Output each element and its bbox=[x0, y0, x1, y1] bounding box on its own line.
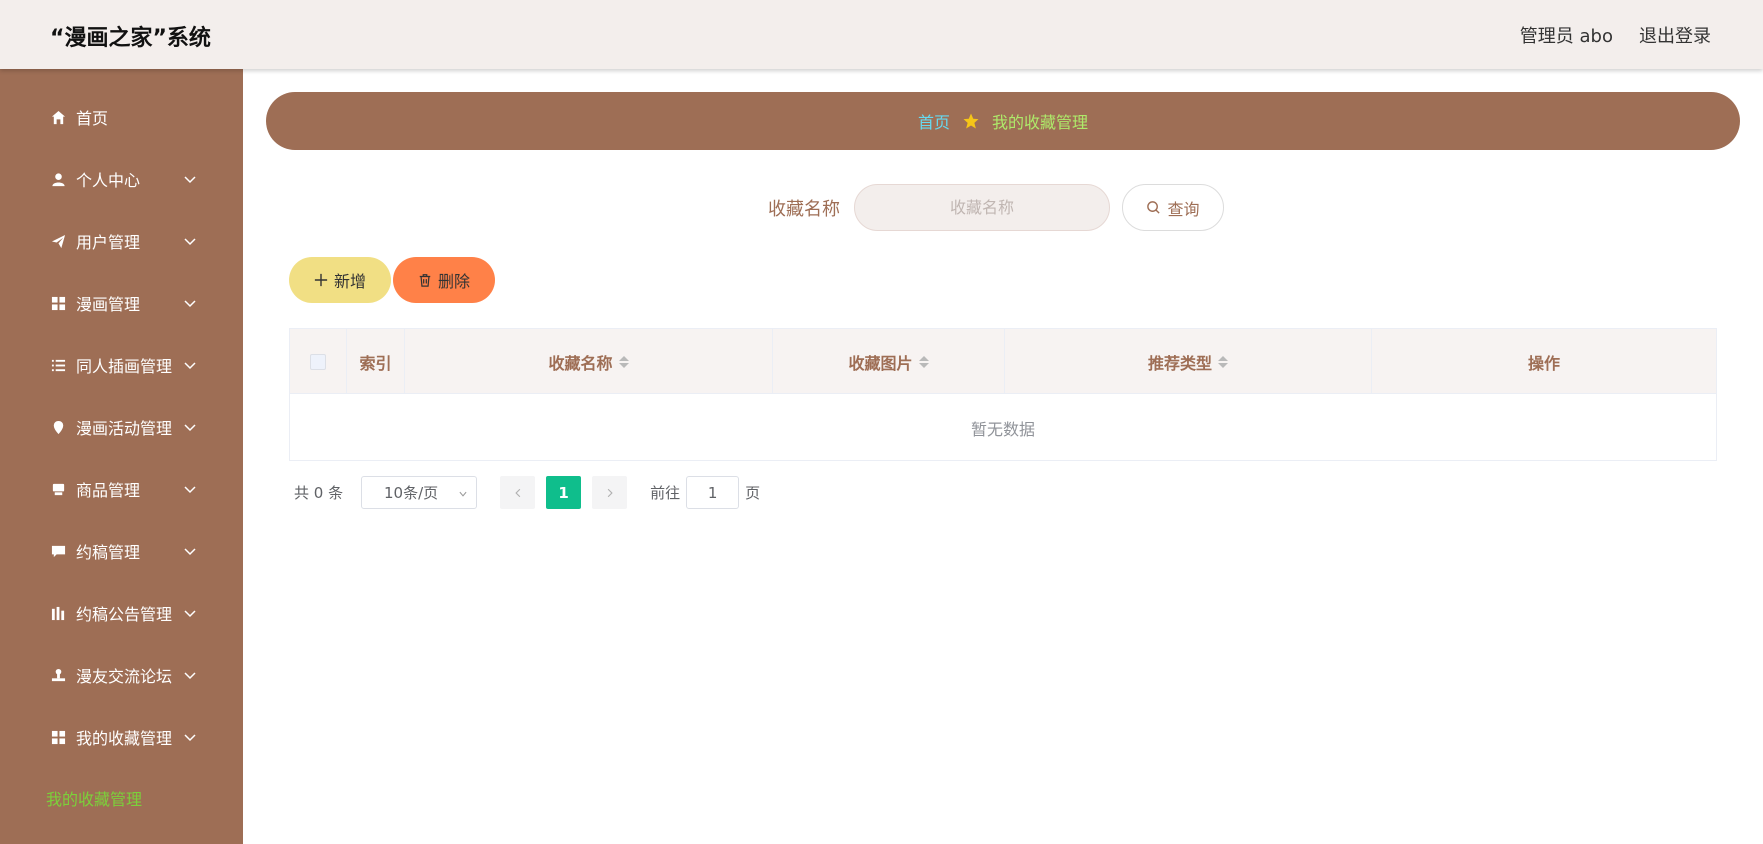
sidebar-item-label: 漫画管理 bbox=[76, 295, 141, 314]
sidebar-item-label: 约稿管理 bbox=[76, 543, 141, 562]
sidebar-item-label: 我的收藏管理 bbox=[76, 729, 173, 748]
search-input[interactable] bbox=[854, 184, 1110, 231]
chevron-down-icon bbox=[184, 486, 196, 494]
breadcrumb: 首页 我的收藏管理 bbox=[266, 92, 1740, 150]
column-header-label: 操作 bbox=[1527, 353, 1560, 373]
column-header-actions: 操作 bbox=[1372, 329, 1716, 394]
select-all-column bbox=[290, 329, 347, 394]
chevron-down-icon bbox=[184, 734, 196, 742]
sidebar-item-commission-management[interactable]: 约稿管理 bbox=[50, 536, 200, 566]
top-bar: “漫画之家”系统 管理员 abo 退出登录 bbox=[0, 0, 1763, 69]
page-number-button[interactable]: 1 bbox=[546, 476, 582, 509]
search-label: 收藏名称 bbox=[768, 198, 840, 220]
sort-icon[interactable] bbox=[1218, 355, 1228, 368]
pagination: 共 0 条 10条/页 1 前往 页 bbox=[294, 476, 760, 509]
sidebar-subitem-my-favorites[interactable]: 我的收藏管理 bbox=[46, 786, 142, 810]
plus-icon bbox=[314, 273, 328, 287]
page-size-select[interactable]: 10条/页 bbox=[361, 476, 478, 509]
chevron-down-icon bbox=[184, 362, 196, 370]
column-header-index: 索引 bbox=[347, 329, 405, 394]
chevron-down-icon bbox=[184, 300, 196, 308]
sidebar-item-fan-art-management[interactable]: 同人插画管理 bbox=[50, 350, 200, 380]
add-button[interactable]: 新增 bbox=[289, 257, 391, 303]
sort-icon[interactable] bbox=[618, 355, 629, 368]
sidebar-item-label: 漫友交流论坛 bbox=[76, 667, 173, 686]
sidebar-item-label: 漫画活动管理 bbox=[76, 419, 173, 438]
sidebar-item-commission-notice-management[interactable]: 约稿公告管理 bbox=[50, 598, 200, 628]
sidebar-item-label: 用户管理 bbox=[76, 233, 141, 252]
sidebar-item-personal-center[interactable]: 个人中心 bbox=[50, 164, 200, 194]
delete-button[interactable]: 删除 bbox=[393, 257, 495, 303]
chat-icon bbox=[50, 543, 66, 559]
query-button-label: 查询 bbox=[1167, 199, 1200, 219]
empty-state: 暂无数据 bbox=[970, 419, 1035, 439]
goto-label: 前往 bbox=[650, 484, 681, 502]
column-header-label: 收藏名称 bbox=[548, 353, 613, 373]
query-button[interactable]: 查询 bbox=[1122, 184, 1224, 231]
page-size-value: 10条/页 bbox=[384, 484, 439, 502]
chevron-right-icon bbox=[607, 488, 613, 497]
list-icon bbox=[50, 357, 66, 373]
chevron-left-icon bbox=[514, 488, 520, 497]
sidebar-item-comic-management[interactable]: 漫画管理 bbox=[50, 288, 200, 318]
data-icon bbox=[50, 605, 66, 621]
add-button-label: 新增 bbox=[333, 272, 366, 291]
chevron-down-icon bbox=[184, 548, 196, 556]
search-icon bbox=[1147, 201, 1161, 214]
search-bar: 收藏名称 查询 bbox=[768, 184, 1224, 231]
logout-link[interactable]: 退出登录 bbox=[1639, 22, 1711, 48]
sidebar-item-home[interactable]: 首页 bbox=[50, 102, 200, 132]
chevron-down-icon bbox=[184, 424, 196, 432]
goto-page-input[interactable] bbox=[686, 476, 740, 509]
delete-button-label: 删除 bbox=[437, 272, 470, 291]
chevron-down-icon bbox=[184, 610, 196, 618]
trash-icon bbox=[419, 274, 431, 287]
action-buttons: 新增 删除 bbox=[289, 257, 495, 303]
chevron-down-icon bbox=[459, 491, 467, 497]
sidebar-item-label: 约稿公告管理 bbox=[76, 605, 173, 624]
sidebar-item-label: 个人中心 bbox=[76, 171, 141, 190]
sort-icon[interactable] bbox=[918, 355, 929, 368]
grid-icon bbox=[50, 729, 66, 745]
star-icon bbox=[963, 113, 979, 129]
grid-icon bbox=[50, 295, 66, 311]
column-header-label: 索引 bbox=[359, 353, 392, 373]
chevron-down-icon bbox=[184, 672, 196, 680]
sidebar-item-my-favorites[interactable]: 我的收藏管理 bbox=[50, 722, 200, 752]
sidebar-item-label: 首页 bbox=[76, 109, 109, 128]
favorites-table: 索引 收藏名称 收藏图片 推荐类型 操作 暂无数据 bbox=[289, 328, 1717, 461]
user-icon bbox=[50, 171, 66, 187]
stamp-icon bbox=[50, 667, 66, 683]
user-name[interactable]: 管理员 abo bbox=[1520, 22, 1613, 48]
select-all-checkbox[interactable] bbox=[310, 353, 326, 370]
column-header-recommend-type[interactable]: 推荐类型 bbox=[1005, 329, 1372, 394]
home-icon bbox=[50, 109, 66, 125]
goods-icon bbox=[50, 481, 66, 497]
location-icon bbox=[50, 419, 66, 435]
breadcrumb-current: 我的收藏管理 bbox=[992, 113, 1089, 132]
breadcrumb-home-link[interactable]: 首页 bbox=[918, 109, 950, 133]
next-page-button[interactable] bbox=[592, 476, 628, 509]
top-right-actions: 管理员 abo 退出登录 bbox=[1520, 22, 1711, 48]
prev-page-button[interactable] bbox=[500, 476, 536, 509]
app-title: “漫画之家”系统 bbox=[50, 26, 211, 51]
pagination-total: 共 0 条 bbox=[294, 484, 344, 502]
chevron-down-icon bbox=[184, 176, 196, 184]
sidebar: 首页 个人中心 用户管理 漫画管理 同人插画管理 漫画活动管理 商品管理 约稿管… bbox=[0, 69, 243, 844]
sidebar-item-comic-event-management[interactable]: 漫画活动管理 bbox=[50, 412, 200, 442]
column-header-favorite-image[interactable]: 收藏图片 bbox=[773, 329, 1005, 394]
sidebar-item-forum[interactable]: 漫友交流论坛 bbox=[50, 660, 200, 690]
sidebar-item-goods-management[interactable]: 商品管理 bbox=[50, 474, 200, 504]
sidebar-item-user-management[interactable]: 用户管理 bbox=[50, 226, 200, 256]
column-header-label: 推荐类型 bbox=[1147, 353, 1212, 373]
sidebar-item-label: 商品管理 bbox=[76, 481, 141, 500]
send-icon bbox=[50, 233, 66, 249]
column-header-label: 收藏图片 bbox=[848, 353, 913, 373]
sidebar-item-label: 同人插画管理 bbox=[76, 357, 173, 376]
chevron-down-icon bbox=[184, 238, 196, 246]
column-header-favorite-name[interactable]: 收藏名称 bbox=[405, 329, 773, 394]
page-suffix-label: 页 bbox=[745, 484, 761, 502]
table-header: 索引 收藏名称 收藏图片 推荐类型 操作 bbox=[290, 329, 1716, 394]
